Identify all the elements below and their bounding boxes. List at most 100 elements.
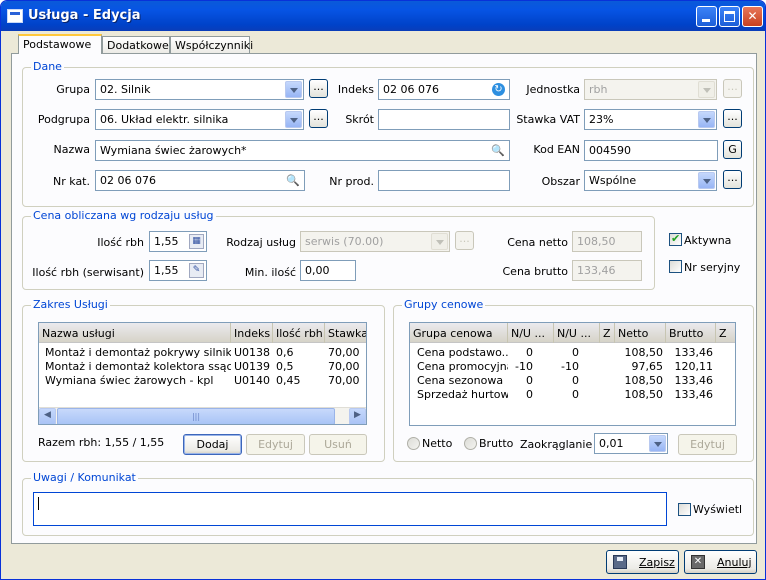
- group-dane-title: Dane: [31, 60, 64, 73]
- nr-kat-input[interactable]: 02 06 076 🔍: [95, 170, 305, 191]
- chevron-down-icon[interactable]: [698, 111, 715, 128]
- chevron-down-icon[interactable]: [285, 81, 302, 98]
- brutto-label: Brutto: [479, 437, 514, 450]
- refresh-icon[interactable]: ↻: [492, 83, 505, 96]
- grupy-col-brutto[interactable]: Brutto: [666, 323, 716, 343]
- nr-kat-label: Nr kat.: [53, 175, 90, 188]
- cell-nu1: 0: [526, 374, 533, 387]
- table-row[interactable]: Cena podstawo... 0 0 108,50 133,46: [410, 346, 735, 360]
- min-ilosc-input[interactable]: 0,00: [300, 260, 356, 281]
- cell-netto: 108,50: [624, 388, 664, 401]
- scroll-right-button[interactable]: ▶: [349, 408, 366, 424]
- cell-brutto: 133,46: [674, 388, 714, 401]
- dodaj-button[interactable]: Dodaj: [183, 434, 242, 455]
- grupa-combo[interactable]: 02. Silnik: [95, 79, 304, 100]
- grupy-col-z1[interactable]: Z: [600, 323, 615, 343]
- tab-podstawowe[interactable]: Podstawowe: [18, 34, 102, 54]
- chevron-down-icon[interactable]: [285, 111, 302, 128]
- scroll-left-button[interactable]: ◀: [39, 408, 56, 424]
- table-row[interactable]: Montaż i demontaż kolektora ssącego U013…: [39, 360, 366, 374]
- zaokraglanie-label: Zaokrąglanie: [520, 438, 593, 451]
- stawka-vat-browse-button[interactable]: ...: [723, 109, 742, 128]
- podgrupa-label: Podgrupa: [37, 113, 90, 126]
- stawka-vat-combo[interactable]: 23%: [584, 109, 717, 130]
- maximize-button[interactable]: [719, 6, 740, 27]
- razem-rbh-text: Razem rbh: 1,55 / 1,55: [38, 436, 165, 449]
- save-button[interactable]: Zapisz: [606, 550, 679, 574]
- scroll-thumb[interactable]: |||: [57, 408, 335, 424]
- generate-ean-button[interactable]: G: [723, 140, 742, 159]
- minimize-button[interactable]: [696, 6, 717, 27]
- aktywna-checkbox[interactable]: [669, 232, 682, 246]
- cell-nu1: 0: [526, 388, 533, 401]
- close-button[interactable]: ✕: [742, 6, 763, 27]
- grupy-col-netto[interactable]: Netto: [615, 323, 666, 343]
- rodzaj-uslug-label: Rodzaj usług: [226, 236, 296, 249]
- brutto-radio[interactable]: [464, 437, 477, 450]
- grupy-col-z2[interactable]: Z: [716, 323, 735, 343]
- kod-ean-input[interactable]: 004590: [584, 140, 718, 161]
- podgrupa-combo[interactable]: 06. Układ elektr. silnika: [95, 109, 304, 130]
- wyswietl-label: Wyświetl: [693, 503, 743, 516]
- netto-label: Netto: [422, 437, 453, 450]
- rodzaj-uslug-browse-button: ...: [455, 231, 474, 250]
- podgrupa-value: 06. Układ elektr. silnika: [100, 113, 229, 126]
- rodzaj-uslug-combo: serwis (70.00): [300, 231, 450, 252]
- table-row[interactable]: Cena sezonowa 0 0 108,50 133,46: [410, 374, 735, 388]
- wyswietl-checkbox[interactable]: [678, 503, 691, 516]
- obszar-combo[interactable]: Wspólne: [584, 170, 717, 191]
- cell-nazwa: Montaż i demontaż kolektora ssącego: [45, 360, 231, 373]
- obszar-browse-button[interactable]: ...: [723, 170, 742, 189]
- grupa-browse-button[interactable]: ...: [309, 79, 328, 98]
- netto-radio[interactable]: [407, 437, 420, 450]
- nr-seryjny-checkbox[interactable]: [669, 260, 682, 273]
- chevron-down-icon[interactable]: [698, 172, 715, 189]
- nr-prod-input[interactable]: [378, 170, 510, 191]
- zakres-col-nazwa[interactable]: Nazwa usługi: [39, 323, 231, 343]
- dialog-window: Usługa - Edycja ✕ Podstawowe Dodatkowe W…: [0, 0, 766, 580]
- close-icon: ✕: [747, 9, 758, 23]
- zakres-col-indeks[interactable]: Indeks: [231, 323, 273, 343]
- chevron-down-icon[interactable]: [649, 435, 666, 452]
- obszar-value: Wspólne: [589, 174, 637, 187]
- cancel-icon: ✕: [691, 555, 705, 569]
- zaokraglanie-combo[interactable]: 0,01: [594, 433, 668, 454]
- zakres-col-ilosc[interactable]: Ilość rbh: [273, 323, 325, 343]
- skrot-label: Skrót: [345, 113, 374, 126]
- table-row[interactable]: Wymiana świec żarowych - kpl U0140 0,45 …: [39, 374, 366, 388]
- grupa-label: Grupa: [56, 83, 90, 96]
- uwagi-textarea[interactable]: [33, 492, 667, 526]
- tab-wspolczynniki[interactable]: Współczynniki: [170, 36, 253, 53]
- zakres-col-stawka[interactable]: Stawka: [325, 323, 366, 343]
- nazwa-input[interactable]: Wymiana świec żarowych* 🔍: [95, 140, 510, 161]
- grupy-col-grupa[interactable]: Grupa cenowa: [410, 323, 508, 343]
- cancel-button[interactable]: ✕ Anuluj: [684, 550, 757, 574]
- calculator-icon[interactable]: ▦: [189, 234, 204, 249]
- title-bar[interactable]: Usługa - Edycja ✕: [1, 1, 765, 31]
- tab-dodatkowe[interactable]: Dodatkowe: [102, 36, 170, 53]
- zakres-hscrollbar[interactable]: ◀ ||| ▶: [39, 407, 366, 424]
- podgrupa-browse-button[interactable]: ...: [309, 109, 328, 128]
- search-icon[interactable]: 🔍: [286, 174, 300, 187]
- skrot-input[interactable]: [378, 109, 510, 130]
- cell-ilosc: 0,45: [276, 374, 301, 387]
- edit-icon[interactable]: ✎: [189, 263, 204, 278]
- ilosc-rbh-serwisant-input[interactable]: 1,55 ✎: [149, 260, 207, 281]
- table-row[interactable]: Sprzedaż hurtowa 0 0 108,50 133,46: [410, 388, 735, 402]
- cell-indeks: U0140: [234, 374, 271, 387]
- cell-indeks: U0139: [234, 360, 271, 373]
- indeks-input[interactable]: 02 06 076 ↻: [378, 79, 510, 100]
- table-row[interactable]: Cena promocyjna -10 -10 97,65 120,11: [410, 360, 735, 374]
- edytuj-grupa-button: Edytuj: [678, 434, 737, 455]
- nr-prod-label: Nr prod.: [329, 175, 374, 188]
- cell-nu1: 0: [526, 346, 533, 359]
- ilosc-rbh-input[interactable]: 1,55 ▦: [149, 231, 207, 252]
- grupy-col-nu1[interactable]: N/U ...: [508, 323, 554, 343]
- rodzaj-uslug-value: serwis (70.00): [305, 235, 384, 248]
- grupy-col-nu2[interactable]: N/U ...: [554, 323, 600, 343]
- search-icon[interactable]: 🔍: [491, 144, 505, 157]
- group-grupy-title: Grupy cenowe: [402, 298, 486, 311]
- table-row[interactable]: Montaż i demontaż pokrywy silnika U0138 …: [39, 346, 366, 360]
- cell-netto: 97,65: [631, 360, 664, 373]
- usun-button: Usuń: [309, 434, 367, 455]
